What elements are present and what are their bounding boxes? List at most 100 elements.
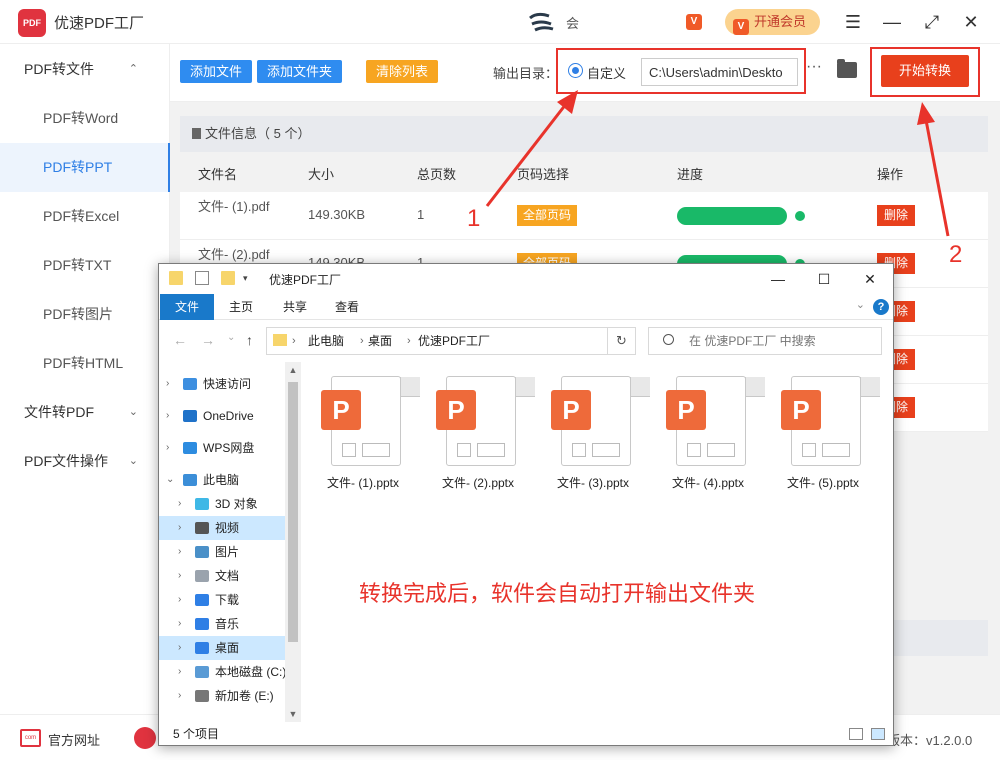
slide-thumb [802, 443, 816, 457]
ribbon-tab-file[interactable]: 文件 [160, 294, 214, 320]
chevron-right-icon[interactable]: › [166, 372, 169, 396]
tree-item[interactable]: › 下载 [159, 588, 285, 612]
sidebar-item-pdf-to-ppt[interactable]: PDF转PPT [0, 143, 170, 192]
folder-icon[interactable] [169, 271, 183, 285]
pptx-file-item[interactable]: P 文件- (5).pptx [773, 376, 880, 490]
add-folder-button[interactable]: 添加文件夹 [257, 60, 342, 83]
scroll-up-icon[interactable]: ▲ [285, 362, 301, 378]
pptx-file-item[interactable]: P 文件- (2).pptx [428, 376, 535, 490]
item-count: 5 个项目 [173, 727, 220, 741]
more-icon[interactable]: ··· [806, 58, 822, 76]
sidebar-item-pdf-to-txt[interactable]: PDF转TXT [0, 241, 170, 290]
menu-icon[interactable]: ☰ [840, 9, 866, 35]
chevron-right-icon[interactable]: › [178, 516, 181, 540]
chevron-right-icon[interactable]: › [178, 564, 181, 588]
close-icon[interactable]: ✕ [847, 266, 893, 292]
chevron-down-icon[interactable]: ⌄ [856, 298, 865, 311]
tree-item[interactable]: › 新加卷 (E:) [159, 684, 285, 708]
tree-item[interactable]: › 快速访问 [159, 372, 285, 396]
sidebar-item-pdf-to-html[interactable]: PDF转HTML [0, 339, 170, 388]
sidebar-item-pdf-to-excel[interactable]: PDF转Excel [0, 192, 170, 241]
user-name[interactable]: 会 [566, 13, 579, 32]
chevron-right-icon[interactable]: › [178, 492, 181, 516]
address-bar[interactable]: › 此电脑 › 桌面 › 优速PDF工厂 ↻ [266, 327, 636, 355]
sidebar-group-pdf-to-file[interactable]: PDF转文件 ⌃ [0, 45, 170, 94]
maximize-icon[interactable]: ⤢ [919, 9, 945, 35]
new-folder-icon[interactable] [221, 271, 235, 285]
details-view-icon[interactable] [849, 728, 863, 740]
chevron-right-icon[interactable]: › [178, 612, 181, 636]
minimize-icon[interactable]: — [755, 266, 801, 292]
chevron-right-icon[interactable]: › [166, 436, 169, 460]
pptx-file-item[interactable]: P 文件- (1).pptx [313, 376, 420, 490]
pptx-file-item[interactable]: P 文件- (3).pptx [543, 376, 650, 490]
chevron-right-icon[interactable]: › [178, 636, 181, 660]
sidebar-item-pdf-to-word[interactable]: PDF转Word [0, 94, 170, 143]
delete-button[interactable]: 删除 [877, 205, 916, 226]
pptx-file-item[interactable]: P 文件- (4).pptx [658, 376, 765, 490]
navigation-scrollbar[interactable]: ▲ ▼ [285, 362, 301, 722]
maximize-icon[interactable]: ☐ [801, 266, 847, 292]
tree-item[interactable]: › 文档 [159, 564, 285, 588]
folder-icon[interactable] [837, 59, 857, 78]
chevron-down-icon[interactable]: ⌄ [166, 468, 174, 492]
ppt-badge-icon: P [781, 390, 821, 430]
qq-icon[interactable] [134, 727, 156, 749]
navigation-pane: › 快速访问 › OneDrive › WPS网盘 ⌄ 此电脑 › 3D 对象 › 视频 › 图片 › 文档 ›… [159, 362, 301, 722]
chevron-right-icon[interactable]: › [178, 588, 181, 612]
properties-icon[interactable] [195, 271, 209, 285]
clear-list-button[interactable]: 清除列表 [366, 60, 438, 83]
search-input[interactable] [648, 327, 882, 355]
recent-dropdown-icon[interactable]: ⌄ [227, 332, 235, 343]
tree-item[interactable]: › OneDrive [159, 404, 285, 428]
sidebar-group-file-to-pdf[interactable]: 文件转PDF ⌄ [0, 388, 170, 437]
page-fold [860, 377, 880, 397]
tree-item-label: 桌面 [215, 641, 240, 655]
scroll-down-icon[interactable]: ▼ [285, 706, 301, 722]
tree-item[interactable]: › 3D 对象 [159, 492, 285, 516]
forward-arrow-icon[interactable]: → [201, 332, 215, 348]
document-icon [195, 570, 209, 582]
scroll-thumb[interactable] [288, 382, 298, 642]
breadcrumb-item[interactable]: 此电脑 [308, 328, 344, 354]
ribbon-tab-view[interactable]: 查看 [323, 294, 371, 320]
help-icon[interactable]: ? [873, 299, 889, 315]
version-label: 版本：v1.2.0.0 [887, 733, 973, 748]
star-icon [183, 378, 197, 390]
up-arrow-icon[interactable]: ↑ [246, 332, 253, 348]
open-vip-button[interactable]: V 开通会员 [725, 9, 820, 35]
page-fold [515, 377, 535, 397]
tree-item[interactable]: › 图片 [159, 540, 285, 564]
close-icon[interactable]: ✕ [958, 9, 984, 35]
dropdown-icon[interactable]: ▾ [243, 271, 257, 285]
sidebar-item-pdf-to-image[interactable]: PDF转图片 [0, 290, 170, 339]
tree-item[interactable]: › 桌面 [159, 636, 285, 660]
chevron-right-icon[interactable]: › [178, 660, 181, 684]
back-arrow-icon[interactable]: ← [173, 332, 187, 348]
file-name: 文件- (2).pdf [198, 247, 270, 262]
tree-item[interactable]: › 本地磁盘 (C:) [159, 660, 286, 684]
official-site-link[interactable]: 官方网址 [48, 730, 100, 749]
slide-thumb [477, 443, 505, 457]
tree-item[interactable]: › 视频 [159, 516, 285, 540]
file-name: 文件- (4).pptx [671, 476, 744, 490]
large-icons-view-icon[interactable] [871, 728, 885, 740]
add-file-button[interactable]: 添加文件 [180, 60, 252, 83]
page-select-button[interactable]: 全部页码 [517, 205, 578, 226]
minimize-icon[interactable]: — [879, 9, 905, 35]
chevron-right-icon[interactable]: › [166, 404, 169, 428]
ppt-badge-icon: P [551, 390, 591, 430]
tree-item[interactable]: › WPS网盘 [159, 436, 285, 460]
chevron-right-icon[interactable]: › [178, 540, 181, 564]
breadcrumb-item[interactable]: 桌面 [368, 328, 392, 354]
slide-thumb [592, 443, 620, 457]
tree-item[interactable]: ⌄ 此电脑 [159, 468, 285, 492]
sidebar-group-pdf-operations[interactable]: PDF文件操作 ⌄ [0, 437, 170, 486]
column-header-action: 操作 [877, 167, 904, 182]
refresh-icon[interactable]: ↻ [607, 328, 635, 354]
tree-item[interactable]: › 音乐 [159, 612, 285, 636]
ribbon-tab-share[interactable]: 共享 [271, 294, 319, 320]
breadcrumb-item[interactable]: 优速PDF工厂 [418, 328, 490, 354]
ribbon-tab-home[interactable]: 主页 [217, 294, 265, 320]
chevron-right-icon[interactable]: › [178, 684, 181, 708]
